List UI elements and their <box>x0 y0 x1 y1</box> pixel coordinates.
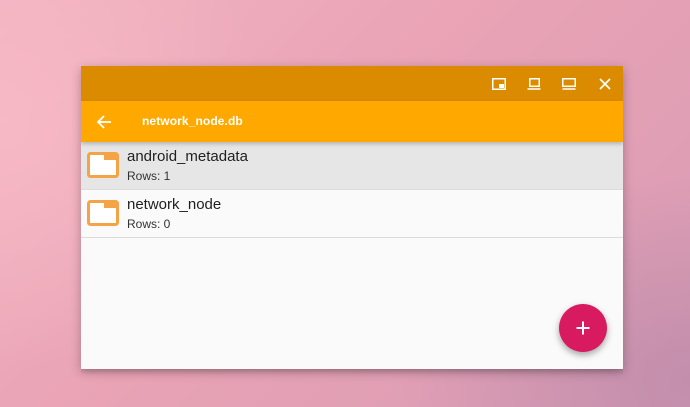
app-window: network_node.db android_metadata Rows: 1… <box>81 66 623 369</box>
table-row-count: Rows: 1 <box>127 169 171 183</box>
pip-icon <box>492 77 506 90</box>
table-row-count: Rows: 0 <box>127 217 171 231</box>
table-row-android-metadata[interactable]: android_metadata Rows: 1 <box>81 142 623 190</box>
table-row-network-node[interactable]: network_node Rows: 0 <box>81 190 623 238</box>
table-name: network_node <box>127 196 222 213</box>
pip-button[interactable] <box>482 66 516 101</box>
add-table-button[interactable] <box>559 304 607 352</box>
restore-icon <box>527 77 541 90</box>
back-button[interactable] <box>91 109 117 135</box>
window-shadow <box>81 369 623 375</box>
close-button[interactable] <box>588 66 622 101</box>
plus-icon <box>576 321 590 335</box>
folder-icon <box>87 152 119 178</box>
table-list: android_metadata Rows: 1 network_node Ro… <box>81 142 623 238</box>
restore-button[interactable] <box>517 66 551 101</box>
app-bar: network_node.db <box>81 101 623 142</box>
page-title: network_node.db <box>142 114 243 128</box>
maximize-icon <box>562 77 576 90</box>
maximize-button[interactable] <box>552 66 586 101</box>
close-icon <box>599 77 611 90</box>
window-titlebar <box>81 66 623 101</box>
folder-icon <box>87 200 119 226</box>
table-name: android_metadata <box>127 148 248 165</box>
arrow-left-icon <box>96 115 111 129</box>
